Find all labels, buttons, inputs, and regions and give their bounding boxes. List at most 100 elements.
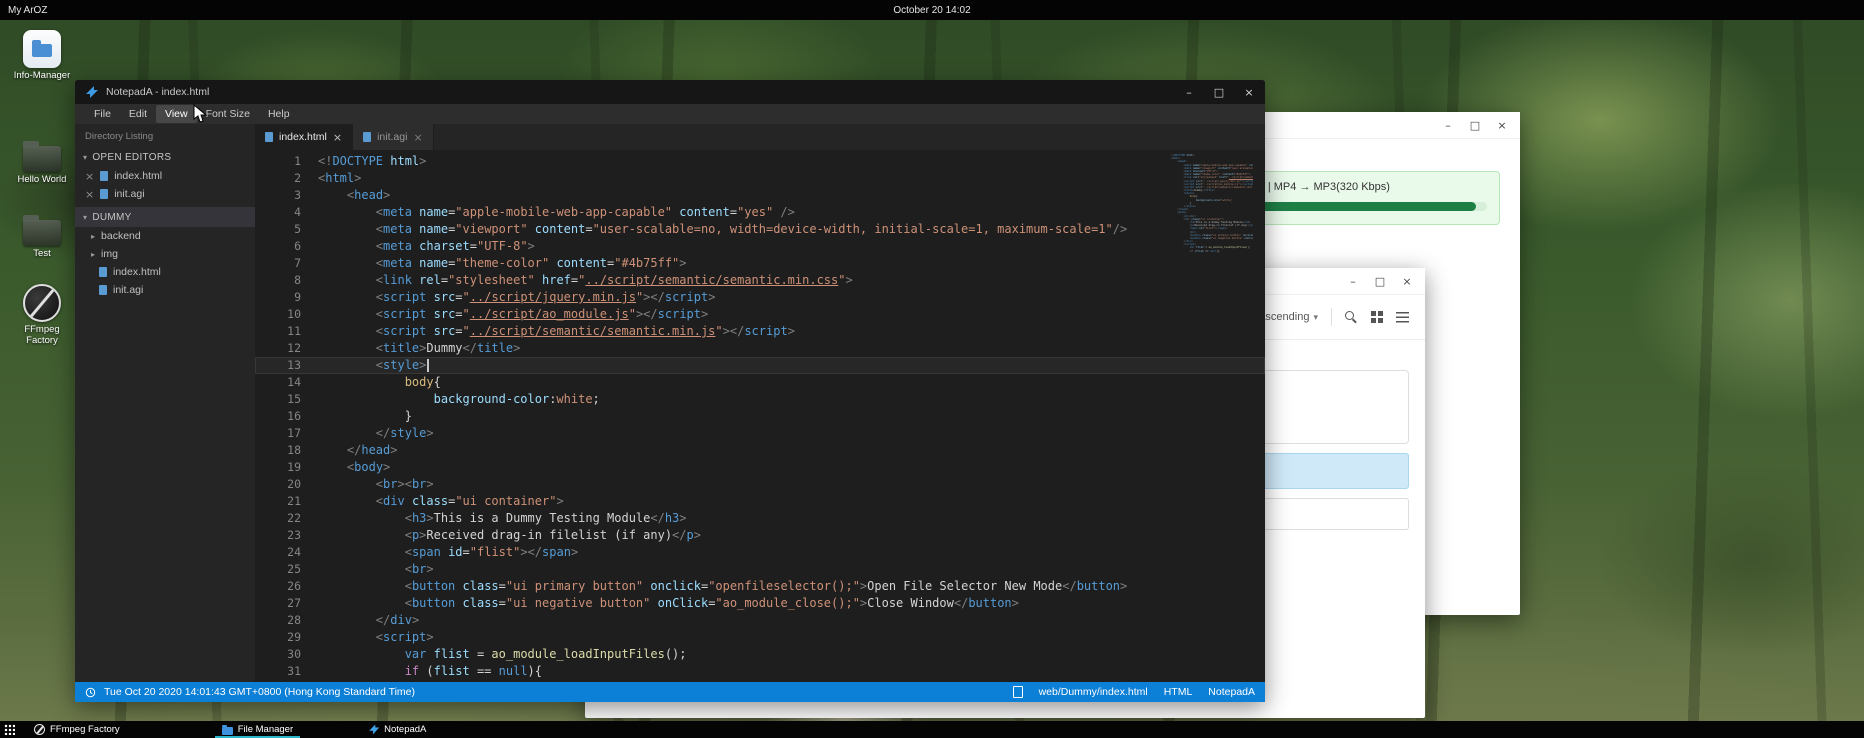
desktop-icon-test[interactable]: Test (6, 212, 78, 260)
open-editors-section[interactable]: OPEN EDITORS (75, 147, 255, 167)
minimize-button[interactable]: – (1183, 86, 1195, 99)
code-line-30[interactable]: 30 var flist = ao_module_loadInputFiles(… (255, 646, 1265, 663)
maximize-button[interactable]: □ (1469, 119, 1481, 132)
taskbar-item-ffmpeg-factory[interactable]: FFmpeg Factory (27, 721, 127, 738)
maximize-button[interactable]: □ (1374, 275, 1386, 288)
minimize-button[interactable]: – (1347, 275, 1359, 288)
file-icon (99, 285, 107, 295)
status-app-name: NotepadA (1208, 686, 1255, 698)
code-line-17[interactable]: 17 </style> (255, 425, 1265, 442)
menu-item-edit[interactable]: Edit (120, 105, 156, 123)
sort-label: ascending (1259, 311, 1309, 323)
desktop-screen: My ArOZ October 20 14:02 Info-ManagerHel… (0, 0, 1864, 738)
close-file-icon[interactable] (85, 188, 94, 201)
file-tree: backendimgindex.htmlinit.agi (75, 227, 255, 299)
code-line-13[interactable]: 13 <style> (255, 357, 1265, 374)
code-line-27[interactable]: 27 <button class="ui negative button" on… (255, 595, 1265, 612)
search-icon[interactable] (1345, 311, 1358, 324)
code-line-15[interactable]: 15 background-color:white; (255, 391, 1265, 408)
tree-item-init-agi[interactable]: init.agi (75, 281, 255, 299)
file-icon (99, 267, 107, 277)
code-line-18[interactable]: 18 </head> (255, 442, 1265, 459)
tree-item-backend[interactable]: backend (75, 227, 255, 245)
code-line-25[interactable]: 25 <br> (255, 561, 1265, 578)
app-icon (23, 30, 61, 68)
tab-index-html[interactable]: index.html (255, 124, 353, 150)
list-view-icon[interactable] (1396, 312, 1409, 323)
taskbar-item-file-manager[interactable]: File Manager (215, 721, 300, 738)
menu-item-view[interactable]: View (156, 105, 197, 123)
code-line-12[interactable]: 12 <title>Dummy</title> (255, 340, 1265, 357)
code-line-16[interactable]: 16 } (255, 408, 1265, 425)
notepada-window[interactable]: NotepadA - index.html – □ × FileEditView… (75, 80, 1265, 702)
code-line-2[interactable]: 2<html> (255, 170, 1265, 187)
code-line-8[interactable]: 8 <link rel="stylesheet" href="../script… (255, 272, 1265, 289)
start-menu-icon[interactable] (4, 724, 15, 735)
code-line-10[interactable]: 10 <script src="../script/ao_module.js">… (255, 306, 1265, 323)
clock-icon (85, 687, 96, 698)
ffmpeg-icon (34, 724, 45, 735)
file-icon (100, 189, 108, 199)
desktop-icon-info-manager[interactable]: Info-Manager (6, 30, 78, 82)
code-line-26[interactable]: 26 <button class="ui primary button" onc… (255, 578, 1265, 595)
menu-item-help[interactable]: Help (259, 105, 299, 123)
code-line-7[interactable]: 7 <meta name="theme-color" content="#4b7… (255, 255, 1265, 272)
code-line-28[interactable]: 28 </div> (255, 612, 1265, 629)
code-editor[interactable]: 1<!DOCTYPE html>2<html>3 <head>4 <meta n… (255, 150, 1265, 682)
code-line-11[interactable]: 11 <script src="../script/semantic/seman… (255, 323, 1265, 340)
taskbar-item-notepada[interactable]: NotepadA (362, 721, 433, 738)
desktop-icon-hello-world[interactable]: Hello World (6, 138, 78, 186)
code-line-4[interactable]: 4 <meta name="apple-mobile-web-app-capab… (255, 204, 1265, 221)
status-file-path[interactable]: web/Dummy/index.html (1039, 686, 1148, 698)
close-button[interactable]: × (1401, 275, 1413, 288)
code-line-20[interactable]: 20 <br><br> (255, 476, 1265, 493)
close-button[interactable]: × (1496, 119, 1508, 132)
close-file-icon[interactable] (85, 170, 94, 183)
close-tab-icon[interactable] (413, 131, 422, 144)
code-line-31[interactable]: 31 if (flist == null){ (255, 663, 1265, 680)
chevron-right-icon (91, 248, 95, 260)
code-line-1[interactable]: 1<!DOCTYPE html> (255, 153, 1265, 170)
grid-view-icon[interactable] (1371, 311, 1383, 323)
code-line-5[interactable]: 5 <meta name="viewport" content="user-sc… (255, 221, 1265, 238)
chevron-down-icon (1313, 311, 1318, 323)
code-line-29[interactable]: 29 <script> (255, 629, 1265, 646)
code-line-19[interactable]: 19 <body> (255, 459, 1265, 476)
taskbar-items: FFmpeg Factory File Manager NotepadA (15, 721, 433, 738)
tree-item-index-html[interactable]: index.html (75, 263, 255, 281)
code-line-9[interactable]: 9 <script src="../script/jquery.min.js">… (255, 289, 1265, 306)
code-line-23[interactable]: 23 <p>Received drag-in filelist (if any)… (255, 527, 1265, 544)
close-tab-icon[interactable] (333, 131, 342, 144)
sidebar: Directory Listing OPEN EDITORS index.htm… (75, 124, 255, 682)
file-icon (265, 132, 273, 142)
folder-icon (23, 220, 61, 246)
tab-bar: index.htmlinit.agi (255, 124, 1265, 150)
desktop-icon-ffmpeg-factory[interactable]: FFmpeg Factory (6, 284, 78, 347)
editor-column: index.htmlinit.agi 1<!DOCTYPE html>2<htm… (255, 124, 1265, 682)
notepada-titlebar[interactable]: NotepadA - index.html – □ × (75, 80, 1265, 104)
aroz-menu[interactable]: My ArOZ (8, 5, 47, 16)
notepada-main: Directory Listing OPEN EDITORS index.htm… (75, 124, 1265, 682)
tab-init-agi[interactable]: init.agi (353, 124, 434, 150)
chevron-down-icon (83, 152, 87, 163)
code-line-24[interactable]: 24 <span id="flist"></span> (255, 544, 1265, 561)
menu-item-file[interactable]: File (85, 105, 120, 123)
folder-icon (222, 727, 233, 735)
open-editor-init-agi[interactable]: init.agi (75, 185, 255, 203)
status-language[interactable]: HTML (1164, 686, 1193, 698)
maximize-button[interactable]: □ (1213, 86, 1225, 99)
code-line-6[interactable]: 6 <meta charset="UTF-8"> (255, 238, 1265, 255)
sort-dropdown[interactable]: ascending (1259, 311, 1318, 323)
code-line-3[interactable]: 3 <head> (255, 187, 1265, 204)
code-line-22[interactable]: 22 <h3>This is a Dummy Testing Module</h… (255, 510, 1265, 527)
window-title: NotepadA - index.html (106, 86, 209, 98)
code-line-21[interactable]: 21 <div class="ui container"> (255, 493, 1265, 510)
code-line-14[interactable]: 14 body{ (255, 374, 1265, 391)
tree-item-img[interactable]: img (75, 245, 255, 263)
minimize-button[interactable]: – (1442, 119, 1454, 132)
status-bar: Tue Oct 20 2020 14:01:43 GMT+0800 (Hong … (75, 682, 1265, 702)
folder-section-dummy[interactable]: DUMMY (75, 207, 255, 227)
minimap[interactable]: <!DOCTYPE html><html> <head> <meta name=… (1171, 154, 1253, 253)
open-editor-index-html[interactable]: index.html (75, 167, 255, 185)
close-button[interactable]: × (1243, 86, 1255, 99)
